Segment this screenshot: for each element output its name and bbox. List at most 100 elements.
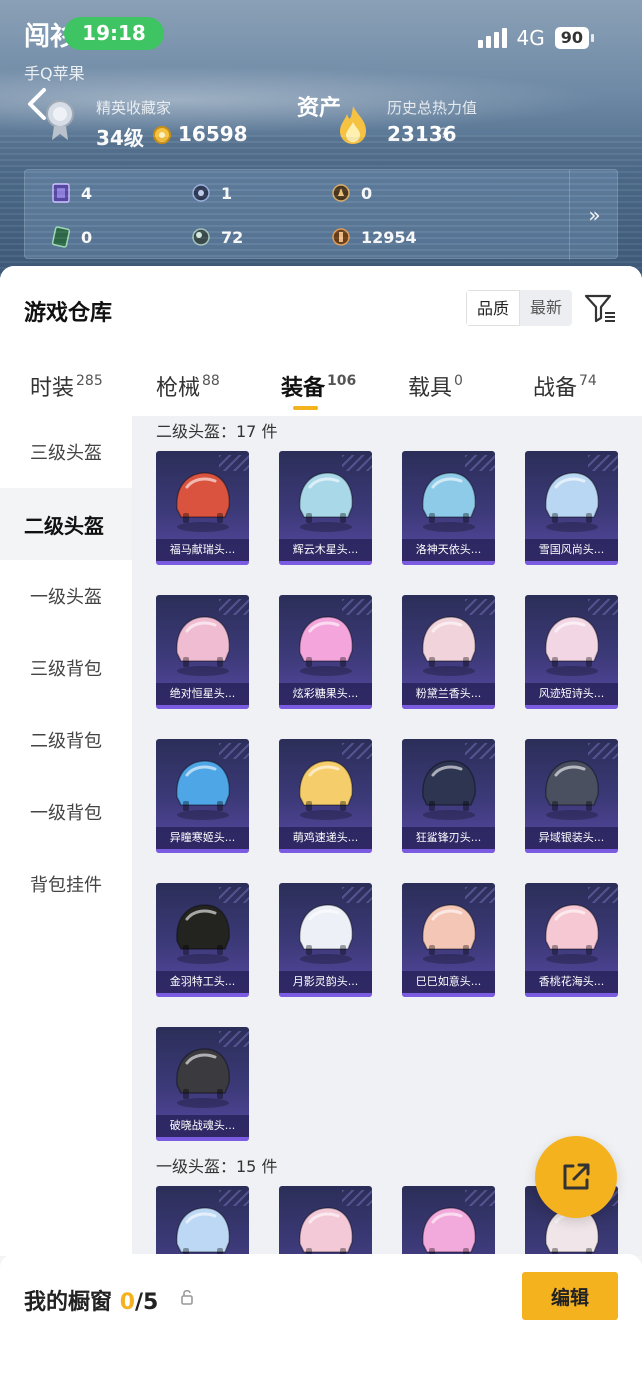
item-card[interactable] — [279, 1186, 372, 1256]
currency-item: 1 — [191, 182, 232, 204]
player-level: 34级 — [96, 126, 144, 150]
network-label: 4G — [516, 26, 545, 50]
expand-currencies-button[interactable]: » — [570, 170, 619, 260]
item-card[interactable]: 炫彩糖果头... — [279, 595, 372, 709]
helmet-icon — [176, 1207, 230, 1256]
item-name: 福马献瑞头... — [156, 539, 249, 561]
coin-icon — [153, 126, 171, 144]
category-sidebar: 三级头盔 二级头盔 一级头盔 三级背包 二级背包 一级背包 背包挂件 — [0, 416, 132, 1256]
currency-panel: 4 1 0 0 72 12954 » — [24, 169, 619, 260]
profile-hero: 闯衫 19:18 手Q苹果 4G 90 精英收藏家 34级 16598 资产 历… — [0, 0, 642, 300]
category-level2-helmet[interactable]: 二级头盔 — [0, 488, 132, 560]
currency-item: 0 — [51, 226, 92, 248]
item-name: 异瞳寒姬头... — [156, 827, 249, 849]
category-level3-helmet[interactable]: 三级头盔 — [0, 416, 132, 488]
item-name: 金羽特工头... — [156, 971, 249, 993]
tab-outfits[interactable]: 时装 285 — [30, 370, 103, 402]
item-card[interactable]: 绝对恒星头... — [156, 595, 249, 709]
item-name: 破晓战魂头... — [156, 1115, 249, 1137]
item-card[interactable]: 风迹短诗头... — [525, 595, 618, 709]
showcase-total: /5 — [135, 1290, 159, 1315]
status-indicators: 4G 90 — [477, 26, 594, 50]
status-time: 19:18 — [64, 17, 164, 50]
tab-equipment[interactable]: 装备 106 — [281, 370, 356, 402]
share-icon — [563, 1163, 590, 1190]
item-name: 异域银装头... — [525, 827, 618, 849]
item-card[interactable]: 月影灵韵头... — [279, 883, 372, 997]
showcase-label: 我的橱窗 0/5 — [24, 1290, 159, 1315]
account-platform: 手Q苹果 — [24, 64, 85, 83]
currency-value: 0 — [81, 227, 93, 247]
item-card[interactable]: 辉云木星头... — [279, 451, 372, 565]
back-arrow-icon[interactable] — [22, 84, 58, 124]
item-name: 炫彩糖果头... — [279, 683, 372, 705]
category-level3-backpack[interactable]: 三级背包 — [0, 632, 132, 704]
item-card[interactable] — [156, 1186, 249, 1256]
silver-orb-icon — [192, 228, 210, 246]
showcase-bar: 我的橱窗 0/5 编辑 — [0, 1254, 642, 1389]
category-level1-backpack[interactable]: 一级背包 — [0, 776, 132, 848]
item-name: 巳巳如意头... — [402, 971, 495, 993]
item-card[interactable]: 萌鸡速递头... — [279, 739, 372, 853]
share-button[interactable] — [535, 1136, 617, 1218]
item-card[interactable]: 福马献瑞头... — [156, 451, 249, 565]
purple-card-icon — [52, 183, 70, 203]
warehouse-title: 游戏仓库 — [24, 301, 113, 326]
item-card[interactable]: 异域银装头... — [525, 739, 618, 853]
collector-title: 精英收藏家 — [96, 99, 172, 117]
coin-count: 16598 — [178, 122, 248, 146]
account-subtitle: 手Q苹果 — [24, 60, 85, 84]
item-card[interactable]: 异瞳寒姬头... — [156, 739, 249, 853]
category-level2-backpack[interactable]: 二级背包 — [0, 704, 132, 776]
item-card[interactable]: 破晓战魂头... — [156, 1027, 249, 1141]
item-card[interactable]: 香桃花海头... — [525, 883, 618, 997]
currency-value: 0 — [361, 183, 373, 203]
bronze-coin-icon — [332, 228, 350, 246]
battery-level: 90 — [554, 27, 589, 49]
currency-item: 4 — [51, 182, 92, 204]
item-name: 萌鸡速递头... — [279, 827, 372, 849]
tab-weapons[interactable]: 枪械 88 — [156, 370, 220, 402]
warehouse-sheet: 游戏仓库 品质 最新 时装 285 枪械 88 装备 106 载具 0 战备 74 三级头… — [0, 266, 642, 1389]
item-card[interactable]: 巳巳如意头... — [402, 883, 495, 997]
section-label-level2: 二级头盔：17 件 — [156, 422, 278, 441]
lock-icon — [181, 1289, 193, 1305]
item-name: 雪国风尚头... — [525, 539, 618, 561]
blue-badge-icon — [192, 184, 210, 202]
active-tab-indicator — [293, 406, 318, 410]
item-card[interactable]: 雪国风尚头... — [525, 451, 618, 565]
sort-toggle: 品质 最新 — [466, 290, 573, 326]
item-name: 月影灵韵头... — [279, 971, 372, 993]
item-card[interactable]: 洛神天依头... — [402, 451, 495, 565]
green-card-icon — [51, 226, 71, 248]
filter-icon[interactable] — [583, 292, 617, 324]
helmet-icon — [299, 1207, 353, 1256]
tab-vehicles[interactable]: 载具 0 — [408, 370, 463, 402]
item-card[interactable] — [402, 1186, 495, 1256]
currency-value: 12954 — [361, 227, 417, 247]
item-card[interactable]: 粉黛兰香头... — [402, 595, 495, 709]
item-name: 绝对恒星头... — [156, 683, 249, 705]
edit-showcase-button[interactable]: 编辑 — [522, 1272, 618, 1320]
tab-supplies[interactable]: 战备 74 — [533, 370, 597, 402]
item-card[interactable]: 金羽特工头... — [156, 883, 249, 997]
currency-value: 1 — [221, 183, 233, 203]
heat-label: 历史总热力值 — [387, 99, 478, 117]
item-card[interactable]: 狂鲨锋刃头... — [402, 739, 495, 853]
item-name: 香桃花海头... — [525, 971, 618, 993]
category-backpack-charm[interactable]: 背包挂件 — [0, 848, 132, 920]
sort-newest-button[interactable]: 最新 — [520, 290, 572, 326]
item-name: 狂鲨锋刃头... — [402, 827, 495, 849]
item-grid: 二级头盔：17 件 一级头盔：15 件 福马献瑞头... 辉云木星头... 洛神天依… — [132, 416, 642, 1256]
currency-item: 72 — [191, 226, 243, 248]
currency-value: 4 — [81, 183, 93, 203]
category-level1-helmet[interactable]: 一级头盔 — [0, 560, 132, 632]
item-name: 风迹短诗头... — [525, 683, 618, 705]
panel-divider — [569, 170, 570, 260]
sort-quality-button[interactable]: 品质 — [466, 290, 521, 326]
signal-icon — [477, 28, 507, 48]
item-name: 洛神天依头... — [402, 539, 495, 561]
helmet-icon — [422, 1207, 476, 1256]
heat-help-icon[interactable]: ? — [440, 126, 447, 142]
showcase-count: 0 — [119, 1290, 135, 1315]
